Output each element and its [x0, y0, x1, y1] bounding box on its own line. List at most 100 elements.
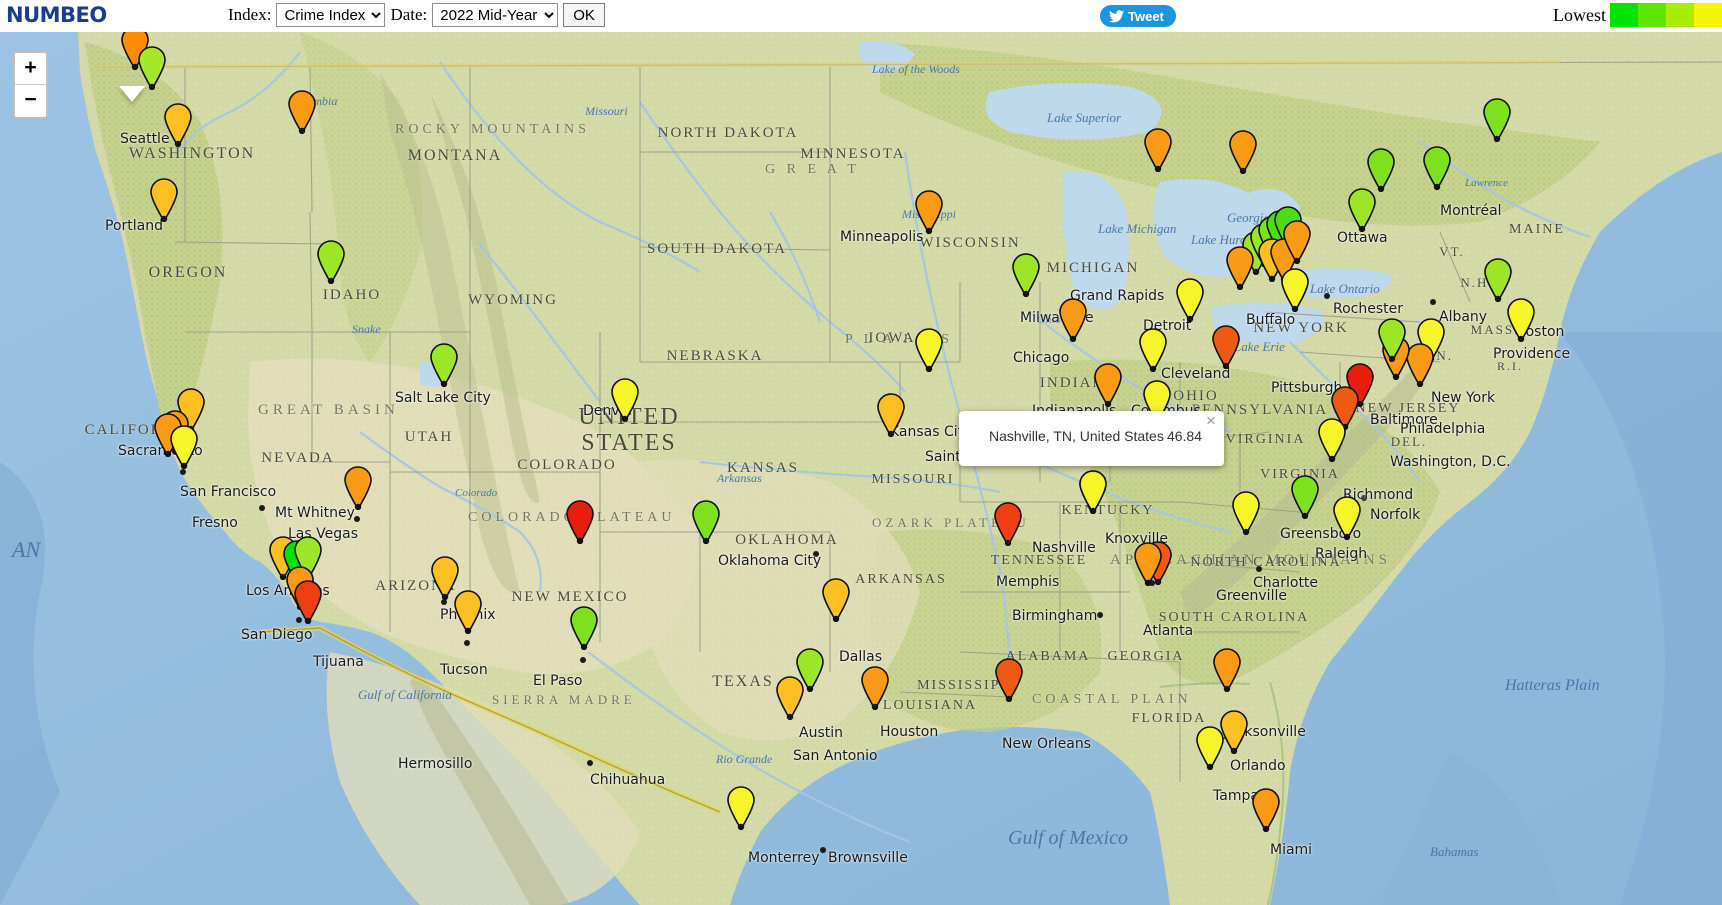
- index-select[interactable]: Crime Index: [276, 3, 386, 27]
- map-marker-detroit[interactable]: [1175, 278, 1205, 322]
- map-marker-nashville[interactable]: [1078, 470, 1108, 514]
- region-label: MINNESOTA: [800, 146, 906, 162]
- map-marker-pittsburgh[interactable]: [1377, 318, 1407, 362]
- map-marker-jacksonville[interactable]: [1212, 648, 1242, 692]
- date-label: Date:: [390, 5, 428, 24]
- city-label: Chihuahua: [590, 772, 666, 788]
- region-label: FLORIDA: [1131, 711, 1207, 726]
- city-label: Albany: [1439, 309, 1488, 325]
- map-marker-san-antonio[interactable]: [775, 676, 805, 720]
- app-header: NUMBEO Index: Crime Index Date: 2022 Mid…: [0, 0, 1722, 32]
- map-marker-denver[interactable]: [610, 378, 640, 422]
- city-dot: [587, 760, 593, 766]
- water-label: Lake of the Woods: [872, 62, 960, 76]
- map-marker-albuquerque[interactable]: [565, 500, 595, 544]
- map-marker-providence[interactable]: [1506, 298, 1536, 342]
- map-marker-omaha[interactable]: [914, 328, 944, 372]
- numbeo-logo[interactable]: NUMBEO: [6, 3, 107, 27]
- region-label: OKLAHOMA: [735, 532, 839, 548]
- map-marker-raleigh[interactable]: [1332, 496, 1362, 540]
- map-marker-memphis[interactable]: [993, 502, 1023, 546]
- map-marker-houston[interactable]: [860, 666, 890, 710]
- ok-button[interactable]: OK: [563, 3, 605, 27]
- map-marker-chicago[interactable]: [1058, 298, 1088, 342]
- tweet-button[interactable]: Tweet: [1100, 5, 1176, 27]
- water-label: Gulf of Mexico: [1008, 827, 1128, 849]
- map-marker-seattle[interactable]: [163, 103, 193, 147]
- close-icon[interactable]: ×: [1203, 412, 1219, 429]
- region-label: MONTANA: [407, 147, 503, 164]
- map-marker-portland[interactable]: [149, 178, 179, 222]
- map-marker-indianapolis[interactable]: [1093, 363, 1123, 407]
- region-label: NORTH DAKOTA: [657, 125, 799, 141]
- map-marker-greensboro[interactable]: [1290, 475, 1320, 519]
- water-label: Lake Michigan: [1098, 221, 1177, 236]
- map-marker-miami[interactable]: [1251, 788, 1281, 832]
- city-label: Raleigh: [1315, 546, 1368, 562]
- region-label: IOWA: [868, 330, 916, 346]
- city-label: Montréal: [1440, 203, 1502, 219]
- map-marker-minneapolis[interactable]: [914, 190, 944, 234]
- region-label: STATES: [581, 430, 677, 456]
- region-label: GEORGIA: [1107, 649, 1185, 664]
- city-dot: [259, 505, 265, 511]
- map-marker-boston[interactable]: [1483, 258, 1513, 302]
- map-marker-cincinnati[interactable]: [1138, 328, 1168, 372]
- zoom-in-button[interactable]: +: [15, 53, 46, 85]
- map-marker-kingston[interactable]: [1366, 148, 1396, 192]
- map-marker-ottawa[interactable]: [1347, 188, 1377, 232]
- region-label: OREGON: [148, 264, 228, 281]
- map-marker-monterrey[interactable]: [726, 786, 756, 830]
- city-dot: [1430, 299, 1436, 305]
- terrain-label: SIERRA MADRE: [492, 692, 636, 707]
- map-marker-montreal[interactable]: [1422, 146, 1452, 190]
- map-marker-tampa[interactable]: [1195, 726, 1225, 770]
- map-marker-salt-lake-city[interactable]: [429, 343, 459, 387]
- water-label: Lake Ontario: [1310, 281, 1380, 296]
- map-marker-san-francisco[interactable]: [169, 425, 199, 469]
- map-marker-cleveland[interactable]: [1211, 325, 1241, 369]
- map-marker-charlotte[interactable]: [1231, 491, 1261, 535]
- map-container[interactable]: + − G R E A TP L A I N S GREAT BASIN COLOR…: [0, 32, 1722, 905]
- map-marker-tijuana[interactable]: [293, 580, 323, 624]
- map-marker-dallas[interactable]: [821, 578, 851, 622]
- region-label: WYOMING: [468, 292, 558, 308]
- legend-swatch-0: [1610, 3, 1638, 27]
- twitter-bird-icon: [1109, 9, 1124, 23]
- water-label: Lake Superior: [1047, 110, 1122, 125]
- map-marker-boise[interactable]: [316, 240, 346, 284]
- map-marker-kansas-city[interactable]: [876, 393, 906, 437]
- city-label: Atlanta: [1143, 623, 1194, 639]
- info-window[interactable]: Nashville, TN, United States 46.84 ×: [959, 411, 1224, 466]
- city-label: Austin: [799, 725, 843, 741]
- map-marker-quebec[interactable]: [1482, 98, 1512, 142]
- region-label: UTAH: [404, 429, 454, 445]
- map-marker-grand-rapids[interactable]: [1143, 128, 1173, 172]
- zoom-control[interactable]: + −: [13, 51, 48, 119]
- map-marker-phoenix[interactable]: [430, 556, 460, 600]
- map-marker-buffalo[interactable]: [1280, 268, 1310, 312]
- water-label: Bahamas: [1430, 844, 1479, 859]
- date-select[interactable]: 2022 Mid-Year: [432, 3, 559, 27]
- region-label: NEVADA: [261, 450, 335, 466]
- region-label: TEXAS: [712, 673, 774, 690]
- zoom-out-button[interactable]: −: [15, 85, 46, 117]
- water-label: AN: [12, 537, 41, 562]
- map-marker-london-on[interactable]: [1225, 246, 1255, 290]
- region-label: KENTUCKY: [1061, 503, 1155, 518]
- map-marker-sault[interactable]: [1228, 130, 1258, 174]
- map-marker-hamilton[interactable]: [1282, 220, 1312, 264]
- map-marker-milwaukee[interactable]: [1011, 253, 1041, 297]
- map-marker-new-orleans[interactable]: [994, 658, 1024, 702]
- map-marker-birmingham-al[interactable]: [1133, 542, 1163, 586]
- map-marker-oklahoma-city[interactable]: [691, 500, 721, 544]
- map-marker-spokane[interactable]: [287, 90, 317, 134]
- map-marker-richmond[interactable]: [1317, 418, 1347, 462]
- terrain-label: ROCKY MOUNTAINS: [395, 122, 590, 137]
- city-label: Birmingham: [1012, 608, 1098, 624]
- city-dot: [1256, 566, 1262, 572]
- map-marker-las-vegas[interactable]: [343, 466, 373, 510]
- map-marker-el-paso[interactable]: [569, 606, 599, 650]
- map-marker-victoria[interactable]: [137, 46, 167, 90]
- city-dot: [1097, 612, 1103, 618]
